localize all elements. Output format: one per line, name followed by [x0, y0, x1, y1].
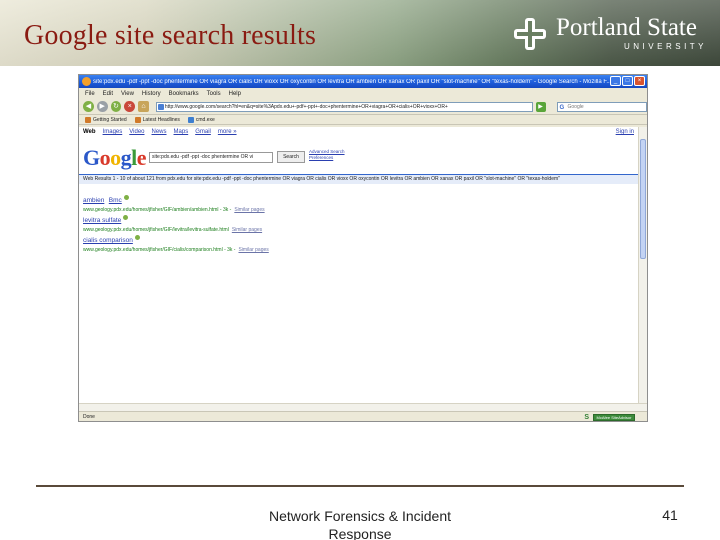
menubar: File Edit View History Bookmarks Tools H…: [79, 88, 647, 99]
tab-gmail[interactable]: Gmail: [195, 129, 211, 135]
minimize-button[interactable]: _: [610, 76, 621, 86]
logo-name: Portland State: [556, 14, 697, 41]
vertical-scrollbar[interactable]: [638, 127, 647, 403]
logo-subtitle: UNIVERSITY: [624, 42, 708, 51]
forward-arrow-icon[interactable]: ▶: [96, 101, 108, 112]
sign-in-link[interactable]: Sign in: [616, 129, 634, 135]
slide-header: Google site search results Portland Stat…: [0, 0, 720, 66]
browser-search-placeholder: Google: [567, 103, 584, 110]
back-arrow-icon[interactable]: ◀: [83, 101, 94, 112]
google-nav-tabs: Web Images Video News Maps Gmail more »: [83, 129, 237, 135]
address-bar[interactable]: http://www.google.com/search?hl=en&q=sit…: [155, 101, 533, 112]
menu-history[interactable]: History: [142, 91, 161, 97]
stop-icon[interactable]: ×: [124, 101, 136, 112]
menu-file[interactable]: File: [85, 91, 95, 97]
result-title-tail[interactable]: Bmc: [109, 197, 122, 204]
bookmarks-toolbar: Getting Started Latest Headlines cmd.exe: [79, 115, 647, 125]
siteadvisor-icon: [123, 195, 129, 201]
psu-mark-icon: [514, 18, 546, 50]
status-text: Done: [83, 414, 95, 420]
bookmark-icon: [187, 116, 194, 123]
google-logo[interactable]: Google: [83, 145, 147, 171]
search-options: Advanced Search Preferences: [309, 149, 345, 161]
go-arrow-icon[interactable]: ▶: [535, 101, 546, 112]
slide-title: Google site search results: [24, 20, 317, 51]
result-title[interactable]: levitra sulfate: [83, 217, 121, 224]
tab-video[interactable]: Video: [129, 129, 144, 135]
results-summary: Web Results 1 - 10 of about 121 from pdx…: [79, 174, 640, 184]
browser-search-input[interactable]: G Google: [556, 101, 647, 112]
reload-icon[interactable]: ↻: [110, 101, 122, 112]
search-result: cialis comparison www.geology.pdx.edu/ho…: [83, 229, 269, 253]
rss-feed-icon: [134, 116, 141, 123]
google-favicon-icon: [157, 103, 164, 110]
scrollbar-thumb[interactable]: [640, 139, 646, 259]
tab-more[interactable]: more »: [218, 129, 237, 135]
siteadvisor-s-icon[interactable]: S: [584, 413, 589, 421]
result-url: www.geology.pdx.edu/homes/jfisher/GIF/ci…: [83, 247, 236, 253]
browser-titlebar: site:pdx.edu -pdf -ppt -doc phentermine …: [79, 75, 647, 88]
page-content: Web Images Video News Maps Gmail more » …: [79, 127, 640, 403]
tab-images[interactable]: Images: [103, 129, 123, 135]
status-bar: Done S McAfee SiteAdvisor: [79, 411, 647, 421]
menu-edit[interactable]: Edit: [103, 91, 113, 97]
footer-text: Network Forensics & Incident Response: [268, 508, 452, 540]
bookmark-icon: [85, 116, 91, 123]
siteadvisor-icon: [123, 215, 129, 221]
navigation-toolbar: ◀ ▶ ↻ × ⌂ http://www.google.com/search?h…: [79, 99, 647, 115]
result-title[interactable]: cialis comparison: [83, 237, 133, 244]
tab-web[interactable]: Web: [83, 129, 96, 135]
close-button[interactable]: ×: [634, 76, 645, 86]
menu-view[interactable]: View: [121, 91, 134, 97]
home-icon[interactable]: ⌂: [138, 101, 149, 112]
google-search-input[interactable]: site:pdx.edu -pdf -ppt -doc phentermine …: [149, 152, 273, 163]
bookmark-cmd[interactable]: cmd.exe: [187, 116, 215, 123]
google-search-button[interactable]: Search: [277, 151, 305, 163]
menu-tools[interactable]: Tools: [207, 91, 221, 97]
address-url: http://www.google.com/search?hl=en&q=sit…: [164, 103, 448, 110]
browser-window: site:pdx.edu -pdf -ppt -doc phentermine …: [78, 74, 648, 422]
similar-pages-link[interactable]: Similar pages: [238, 247, 268, 253]
tab-maps[interactable]: Maps: [174, 129, 189, 135]
siteadvisor-badge[interactable]: McAfee SiteAdvisor: [593, 414, 635, 421]
bookmark-latest-headlines[interactable]: Latest Headlines: [134, 116, 180, 123]
result-title[interactable]: ambien: [83, 197, 104, 204]
preferences-link[interactable]: Preferences: [309, 155, 345, 161]
siteadvisor-icon: [134, 235, 140, 241]
university-logo: Portland State UNIVERSITY: [512, 14, 704, 54]
bookmark-getting-started[interactable]: Getting Started: [85, 116, 127, 123]
firefox-icon: [82, 77, 91, 86]
menu-bookmarks[interactable]: Bookmarks: [169, 91, 199, 97]
page-number: 41: [662, 507, 678, 523]
horizontal-scrollbar[interactable]: [79, 403, 647, 411]
footer-divider: [36, 485, 684, 487]
google-search-engine-icon: G: [559, 104, 565, 111]
maximize-button[interactable]: □: [622, 76, 633, 86]
tab-news[interactable]: News: [152, 129, 167, 135]
menu-help[interactable]: Help: [229, 91, 241, 97]
window-title: site:pdx.edu -pdf -ppt -doc phentermine …: [93, 78, 612, 85]
